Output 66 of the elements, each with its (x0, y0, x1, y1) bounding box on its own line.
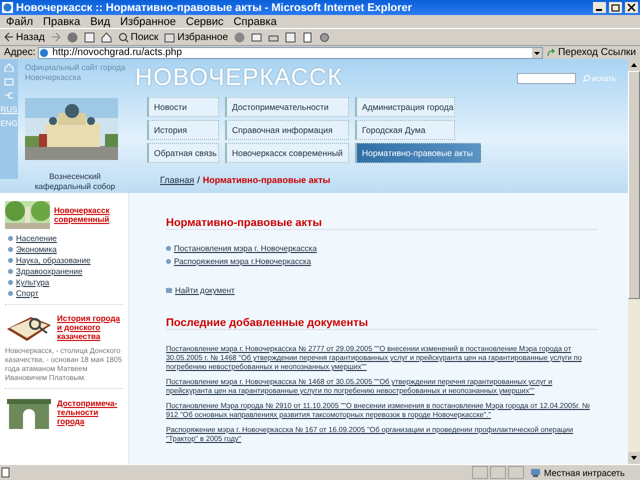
go-arrow-icon[interactable] (546, 48, 556, 58)
site-title: НОВОЧЕРКАССК (135, 63, 344, 92)
document-category-link[interactable]: Распоряжения мэра г.Новочеркасска (166, 257, 598, 266)
search-button[interactable]: Поиск (118, 32, 158, 42)
document-category-link[interactable]: Постановления мэра г. Новочеркасска (166, 244, 598, 253)
sidebar-link[interactable]: Наука, образование (8, 256, 123, 265)
menu-item[interactable]: Избранное (120, 16, 176, 28)
scroll-thumb[interactable] (628, 71, 640, 299)
dropdown-icon[interactable] (532, 48, 542, 58)
restore-icon[interactable] (609, 2, 622, 13)
site-tagline: Официальный сайт города Новочеркасска (25, 63, 126, 83)
menu-item[interactable]: Файл (6, 16, 34, 28)
zone-indicator: Местная интрасеть (526, 467, 640, 478)
sidebar-link[interactable]: Здравоохранение (8, 267, 123, 276)
sidebar-link[interactable]: Культура (8, 278, 123, 287)
status-pane (508, 466, 524, 479)
nav-button[interactable]: Справочная информация (225, 120, 349, 140)
nav-button[interactable]: История (147, 120, 219, 140)
network-icon[interactable] (530, 467, 541, 478)
status-pane (472, 466, 488, 479)
sidebar-link[interactable]: Спорт (8, 289, 123, 298)
nav-button[interactable]: Обратная связь (147, 143, 219, 163)
links-button[interactable]: Ссылки (600, 47, 636, 58)
section-link[interactable]: Новочеркасск современный (54, 206, 123, 224)
sidebar-link[interactable]: Экономика (8, 245, 123, 254)
go-button[interactable]: Переход (546, 47, 598, 58)
section-heading: Нормативно-правовые акты (166, 217, 598, 230)
scroll-up-icon[interactable] (628, 59, 640, 71)
back-button[interactable]: Назад (4, 32, 45, 42)
nav-button[interactable]: Нормативно-правовые акты (355, 143, 481, 163)
browser-icon[interactable] (2, 2, 13, 13)
address-label: Адрес: (4, 47, 36, 58)
menu-item[interactable]: Сервис (186, 16, 224, 28)
page-icon[interactable] (0, 467, 11, 478)
search-icon[interactable] (118, 32, 129, 42)
menu-item[interactable]: Правка (43, 16, 80, 28)
status-pane (490, 466, 506, 479)
nav-button[interactable]: Новочеркасск современный (225, 143, 349, 163)
nav-button[interactable]: Достопримечательности (225, 97, 349, 117)
section-link[interactable]: История города и донского казачества (57, 314, 123, 340)
minimize-icon[interactable] (593, 2, 606, 13)
favorites-button[interactable]: Избранное (164, 32, 228, 42)
mail-icon[interactable] (251, 32, 262, 42)
breadcrumb-link[interactable]: Главная (160, 175, 194, 185)
menu-item[interactable]: Справка (234, 16, 277, 28)
window-title: Новочеркасск :: Нормативно-правовые акты - Microsoft Internet Explorer (16, 2, 413, 14)
page-icon[interactable] (39, 48, 50, 58)
section-heading: Последние добавленные документы (166, 317, 598, 330)
scroll-down-icon[interactable] (628, 452, 640, 464)
breadcrumb-separator: / (197, 175, 200, 185)
scrollbar[interactable] (628, 59, 640, 464)
home-icon[interactable] (100, 32, 112, 42)
menu-item[interactable]: Вид (90, 16, 110, 28)
find-document-link[interactable]: Найти документ (166, 286, 598, 295)
nav-button[interactable]: Новости (147, 97, 219, 117)
section-link[interactable]: Достопримеча-тельности города (57, 398, 123, 426)
nav-button[interactable]: Городская Дума (355, 120, 455, 140)
sidebar-link[interactable]: Население (8, 234, 123, 243)
search-field[interactable] (516, 73, 576, 84)
close-icon[interactable] (625, 2, 638, 13)
back-arrow-icon[interactable] (4, 32, 14, 42)
breadcrumb-current: Нормативно-правовые акты (202, 175, 330, 185)
photo-caption: Вознесенский кафедральный собор (34, 172, 116, 192)
address-field[interactable]: http://novochgrad.ru/acts.php (38, 46, 544, 58)
nav-button[interactable]: Администрация города (355, 97, 455, 117)
document-icon[interactable] (302, 32, 314, 42)
